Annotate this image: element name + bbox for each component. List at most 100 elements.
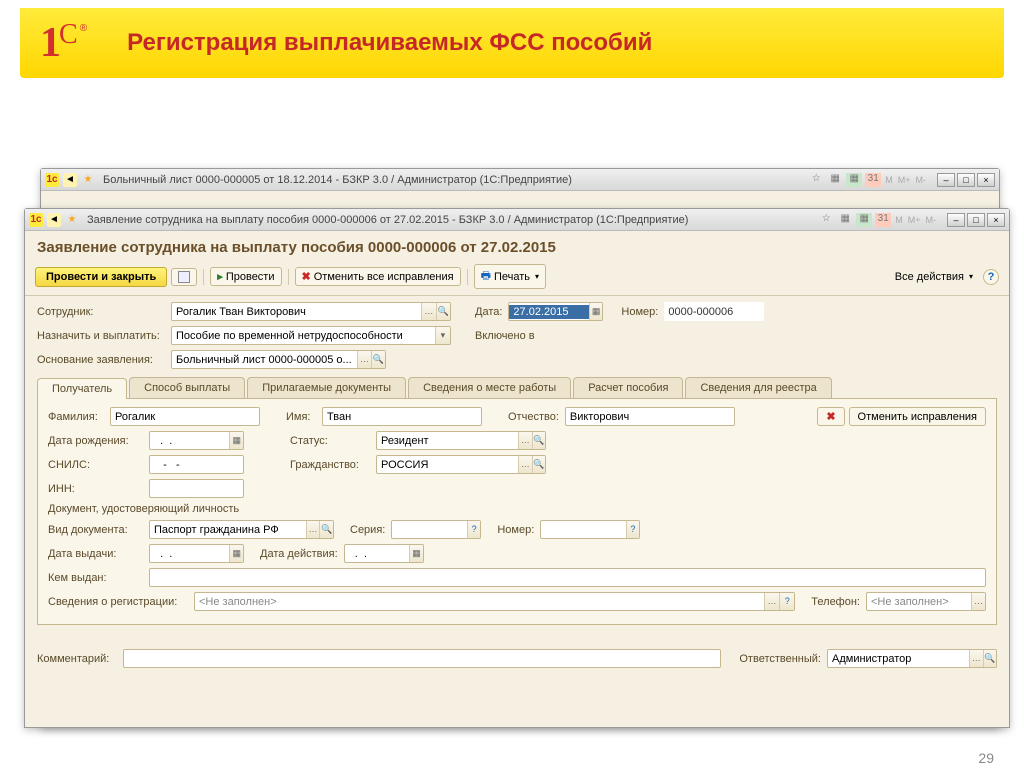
nav-back-icon[interactable]: ◄	[63, 173, 77, 187]
calendar-picker-icon[interactable]: ▦	[229, 545, 243, 562]
search-icon[interactable]: 🔍	[436, 303, 450, 320]
mminus-icon[interactable]: M-	[915, 175, 928, 185]
maximize-button[interactable]: □	[967, 213, 985, 227]
calendar-picker-icon[interactable]: ▦	[229, 432, 243, 449]
close-button[interactable]: ×	[987, 213, 1005, 227]
series-input[interactable]	[392, 523, 467, 537]
search-icon[interactable]: 🔍	[319, 521, 333, 538]
print-button[interactable]: 🖶Печать▾	[474, 264, 546, 289]
inn-field[interactable]	[149, 479, 244, 498]
minimize-button[interactable]: –	[937, 173, 955, 187]
select-icon[interactable]: …	[518, 432, 531, 449]
search-icon[interactable]: 🔍	[532, 456, 545, 473]
issued-by-input[interactable]	[150, 571, 985, 585]
search-icon[interactable]: 🔍	[983, 650, 996, 667]
list-icon[interactable]: ▦	[837, 213, 853, 227]
tab-recipient[interactable]: Получатель	[37, 378, 127, 399]
help-button[interactable]: ?	[983, 269, 999, 285]
assign-input[interactable]	[172, 329, 435, 343]
select-icon[interactable]: …	[421, 303, 435, 320]
calendar-picker-icon[interactable]: ▦	[589, 303, 603, 320]
favorite-icon[interactable]: ★	[81, 173, 95, 187]
docnum-field[interactable]: ?	[540, 520, 640, 539]
tab-calculation[interactable]: Расчет пособия	[573, 377, 683, 398]
responsible-field[interactable]: …🔍	[827, 649, 997, 668]
tab-payment-method[interactable]: Способ выплаты	[129, 377, 245, 398]
employee-field[interactable]: … 🔍	[171, 302, 451, 321]
calendar-icon[interactable]: 31	[865, 173, 881, 187]
phone-field[interactable]: …	[866, 592, 986, 611]
date-input[interactable]	[509, 305, 588, 319]
favorite2-icon[interactable]: ☆	[808, 173, 824, 187]
select-icon[interactable]: …	[357, 351, 371, 368]
valid-date-field[interactable]: ▦	[344, 544, 424, 563]
tab-attachments[interactable]: Прилагаемые документы	[247, 377, 406, 398]
inn-input[interactable]	[150, 482, 243, 496]
calculator-icon[interactable]: ▦	[856, 213, 872, 227]
comment-field[interactable]	[123, 649, 721, 668]
m-icon[interactable]: M	[884, 175, 894, 185]
surname-field[interactable]	[110, 407, 260, 426]
help-icon[interactable]: ?	[467, 521, 480, 538]
minimize-button[interactable]: –	[947, 213, 965, 227]
basis-field[interactable]: … 🔍	[171, 350, 386, 369]
citizenship-input[interactable]	[377, 458, 518, 472]
calendar-icon[interactable]: 31	[875, 213, 891, 227]
tab-registry[interactable]: Сведения для реестра	[685, 377, 831, 398]
name-field[interactable]	[322, 407, 482, 426]
snils-input[interactable]	[150, 458, 243, 472]
name-input[interactable]	[323, 410, 481, 424]
clear-button[interactable]: ✖	[817, 407, 844, 426]
comment-input[interactable]	[124, 652, 720, 666]
dob-input[interactable]	[150, 434, 229, 448]
assign-field[interactable]: ▾	[171, 326, 451, 345]
date-field[interactable]: ▦	[508, 302, 603, 321]
mminus-icon[interactable]: M-	[925, 215, 938, 225]
mplus-icon[interactable]: M+	[907, 215, 922, 225]
issue-date-field[interactable]: ▦	[149, 544, 244, 563]
employee-input[interactable]	[172, 305, 421, 319]
status-field[interactable]: …🔍	[376, 431, 546, 450]
snils-field[interactable]	[149, 455, 244, 474]
issue-date-input[interactable]	[150, 547, 229, 561]
commit-button[interactable]: ▸Провести	[210, 267, 281, 286]
basis-input[interactable]	[172, 353, 357, 367]
favorite-icon[interactable]: ★	[65, 213, 79, 227]
help-icon[interactable]: ?	[779, 593, 794, 610]
mplus-icon[interactable]: M+	[897, 175, 912, 185]
docnum-input[interactable]	[541, 523, 625, 537]
issued-by-field[interactable]	[149, 568, 986, 587]
help-icon[interactable]: ?	[626, 521, 640, 538]
doc-type-field[interactable]: …🔍	[149, 520, 334, 539]
cancel-edits-local-button[interactable]: Отменить исправления	[849, 407, 986, 426]
commit-close-button[interactable]: Провести и закрыть	[35, 267, 167, 287]
list-icon[interactable]: ▦	[827, 173, 843, 187]
valid-date-input[interactable]	[345, 547, 410, 561]
doc-type-input[interactable]	[150, 523, 306, 537]
tab-workplace[interactable]: Сведения о месте работы	[408, 377, 571, 398]
series-field[interactable]: ?	[391, 520, 481, 539]
close-button[interactable]: ×	[977, 173, 995, 187]
m-icon[interactable]: M	[894, 215, 904, 225]
maximize-button[interactable]: □	[957, 173, 975, 187]
dropdown-icon[interactable]: ▾	[435, 327, 450, 344]
calculator-icon[interactable]: ▦	[846, 173, 862, 187]
search-icon[interactable]: 🔍	[532, 432, 545, 449]
select-icon[interactable]: …	[518, 456, 531, 473]
patronymic-input[interactable]	[566, 410, 734, 424]
citizenship-field[interactable]: …🔍	[376, 455, 546, 474]
select-icon[interactable]: …	[971, 593, 985, 610]
select-icon[interactable]: …	[306, 521, 320, 538]
status-input[interactable]	[377, 434, 518, 448]
save-button[interactable]	[171, 268, 197, 286]
nav-back-icon[interactable]: ◄	[47, 213, 61, 227]
calendar-picker-icon[interactable]: ▦	[409, 545, 422, 562]
select-icon[interactable]: …	[969, 650, 982, 667]
dob-field[interactable]: ▦	[149, 431, 244, 450]
favorite2-icon[interactable]: ☆	[818, 213, 834, 227]
all-actions-button[interactable]: Все действия▾	[889, 269, 979, 285]
search-icon[interactable]: 🔍	[371, 351, 385, 368]
cancel-edits-button[interactable]: ✖Отменить все исправления	[295, 267, 461, 286]
reg-info-input[interactable]	[195, 595, 764, 609]
responsible-input[interactable]	[828, 652, 969, 666]
